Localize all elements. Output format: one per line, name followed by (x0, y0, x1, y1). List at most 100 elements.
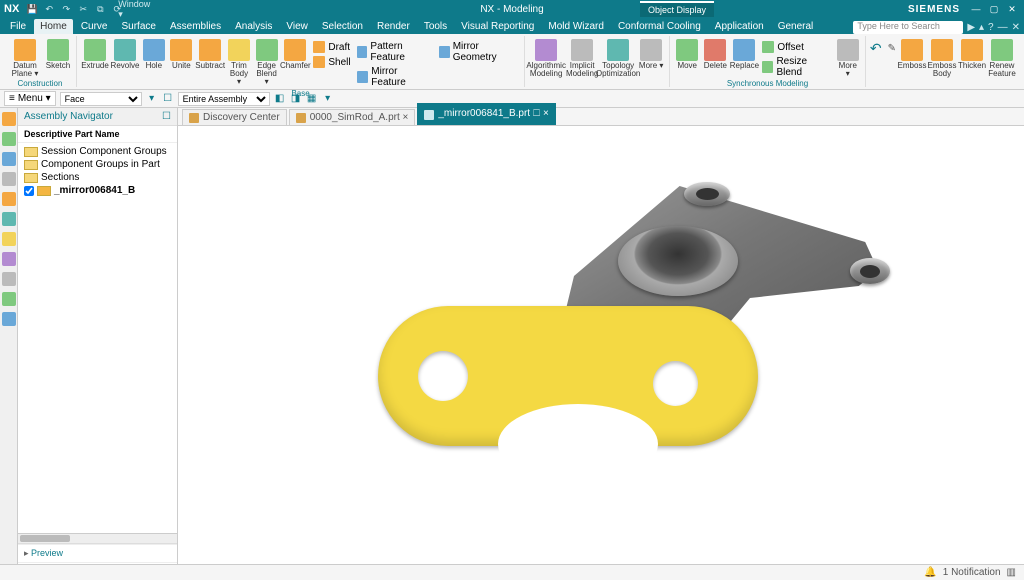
context-tab[interactable]: Object Display (640, 1, 714, 17)
pattern-feature-button[interactable]: Pattern Feature (355, 40, 435, 64)
doc-tab-simrod[interactable]: 0000_SimRod_A.prt × (289, 109, 416, 125)
resource-web-icon[interactable] (2, 312, 16, 326)
emboss-body-button[interactable]: Emboss Body (928, 38, 956, 79)
trim-body-icon (228, 39, 250, 61)
trim-body-button[interactable]: Trim Body ▾ (226, 38, 252, 87)
help-play-icon[interactable]: ▶ (967, 22, 975, 33)
filter-opt-icon[interactable]: ☐ (162, 93, 174, 105)
shell-button[interactable]: Shell (311, 55, 352, 69)
hole-button[interactable]: Hole (141, 38, 167, 71)
tree-row[interactable]: Sections (20, 171, 175, 184)
menu-tools[interactable]: Tools (418, 19, 453, 34)
command-search-input[interactable]: Type Here to Search (853, 21, 963, 34)
resource-ie-icon[interactable] (2, 212, 16, 226)
panel-close-icon[interactable]: ☐ (162, 111, 171, 122)
menu-render[interactable]: Render (371, 19, 416, 34)
scope-filter-select[interactable]: Entire Assembly (178, 92, 270, 106)
scrollbar-thumb[interactable] (20, 535, 70, 542)
resource-reuse-icon[interactable] (2, 172, 16, 186)
help-icon[interactable]: ? (988, 22, 994, 33)
type-filter-select[interactable]: Face (60, 92, 142, 106)
resource-hist-icon[interactable] (2, 192, 16, 206)
settings-up-icon[interactable]: ▴ (979, 22, 984, 33)
tree-row[interactable]: _mirror006841_B (20, 184, 175, 197)
subtract-button[interactable]: Subtract (196, 38, 224, 71)
filter-icon-1[interactable]: ◧ (274, 93, 286, 105)
menu-selection[interactable]: Selection (316, 19, 369, 34)
undo-icon[interactable]: ↶ (42, 2, 56, 16)
filter-pin-icon[interactable]: ▾ (146, 93, 158, 105)
minimize-icon[interactable]: — (968, 2, 984, 16)
menu-analysis[interactable]: Analysis (229, 19, 278, 34)
menu-assemblies[interactable]: Assemblies (164, 19, 227, 34)
renew-feature-button[interactable]: Renew Feature (988, 38, 1016, 79)
doc-tab-discovery[interactable]: Discovery Center (182, 109, 287, 125)
resource-part-nav-icon[interactable] (2, 132, 16, 146)
filter-dropdown-icon[interactable]: ▾ (322, 93, 334, 105)
nav-scrollbar[interactable] (18, 533, 177, 543)
edge-blend-button[interactable]: Edge Blend ▾ (254, 38, 280, 87)
replace-button[interactable]: Replace (730, 38, 758, 71)
nav-tree[interactable]: Session Component Groups Component Group… (18, 143, 177, 533)
doc-tab-mirror[interactable]: _mirror006841_B.prt 🗆 × (417, 103, 555, 125)
menu-curve[interactable]: Curve (75, 19, 114, 34)
more-button[interactable]: More ▾ (637, 38, 665, 71)
delete-button[interactable]: Delete (702, 38, 728, 71)
implicit-modeling-button[interactable]: Implicit Modeling (565, 38, 599, 79)
ribbon-close-icon[interactable]: ✕ (1012, 22, 1020, 33)
mirror-geometry-button[interactable]: Mirror Geometry (437, 40, 520, 64)
sync-more-button[interactable]: More ▾ (835, 38, 861, 79)
menu-conformal-cooling[interactable]: Conformal Cooling (612, 19, 707, 34)
menu-view[interactable]: View (280, 19, 314, 34)
nav-column-header[interactable]: Descriptive Part Name (18, 126, 177, 143)
resource-layer-icon[interactable] (2, 252, 16, 266)
menu-dropdown[interactable]: ≡Menu ▾ (4, 91, 56, 106)
redo-icon[interactable]: ↷ (59, 2, 73, 16)
chamfer-button[interactable]: Chamfer (281, 38, 309, 71)
mirror-feature-button[interactable]: Mirror Feature (355, 65, 435, 89)
topology-optimization-button[interactable]: Topology Optimization (601, 38, 635, 79)
sketch-button[interactable]: Sketch (44, 38, 72, 71)
tree-row[interactable]: Component Groups in Part (20, 158, 175, 171)
sketch-icon (47, 39, 69, 61)
menu-surface[interactable]: Surface (116, 19, 162, 34)
undo-big-icon[interactable]: ↶ (870, 40, 882, 57)
menu-home[interactable]: Home (34, 19, 73, 34)
close-icon[interactable]: ✕ (1004, 2, 1020, 16)
resource-clock-icon[interactable] (2, 272, 16, 286)
3d-viewport[interactable] (178, 126, 1024, 580)
save-icon[interactable]: 💾 (25, 2, 39, 16)
unite-button[interactable]: Unite (169, 38, 195, 71)
tree-checkbox[interactable] (24, 186, 34, 196)
resource-sys-icon[interactable] (2, 292, 16, 306)
resource-constraint-icon[interactable] (2, 152, 16, 166)
datum-plane-button[interactable]: Datum Plane ▾ (8, 38, 42, 79)
thicken-button[interactable]: Thicken (958, 38, 986, 71)
tree-row[interactable]: Session Component Groups (20, 145, 175, 158)
nav-preview-section[interactable]: Preview (18, 544, 177, 562)
offset-button[interactable]: Offset (760, 40, 832, 54)
move-button[interactable]: Move (674, 38, 700, 71)
cut-icon[interactable]: ✂ (76, 2, 90, 16)
menu-general[interactable]: General (772, 19, 820, 34)
restore-icon[interactable]: ▢ (986, 2, 1002, 16)
notification-label[interactable]: 1 Notification (943, 567, 1001, 578)
algorithmic-modeling-button[interactable]: Algorithmic Modeling (529, 38, 563, 79)
revolve-button[interactable]: Revolve (111, 38, 139, 71)
resource-assembly-icon[interactable] (2, 112, 16, 126)
model-yellow-link[interactable] (378, 306, 758, 446)
notification-icon[interactable]: 🔔 (924, 567, 936, 578)
menu-application[interactable]: Application (709, 19, 770, 34)
copy-icon[interactable]: ⧉ (93, 2, 107, 16)
pen-icon[interactable]: ✎ (888, 43, 896, 54)
extrude-button[interactable]: Extrude (81, 38, 109, 71)
emboss-button[interactable]: Emboss (898, 38, 926, 71)
menu-file[interactable]: File (4, 19, 32, 34)
menu-visual-reporting[interactable]: Visual Reporting (455, 19, 540, 34)
menu-mold-wizard[interactable]: Mold Wizard (542, 19, 610, 34)
resource-roles-icon[interactable] (2, 232, 16, 246)
resize-blend-button[interactable]: Resize Blend (760, 55, 832, 79)
ribbon-min-icon[interactable]: — (998, 22, 1008, 33)
draft-button[interactable]: Draft (311, 40, 352, 54)
window-menu[interactable]: Window ▾ (127, 2, 141, 16)
